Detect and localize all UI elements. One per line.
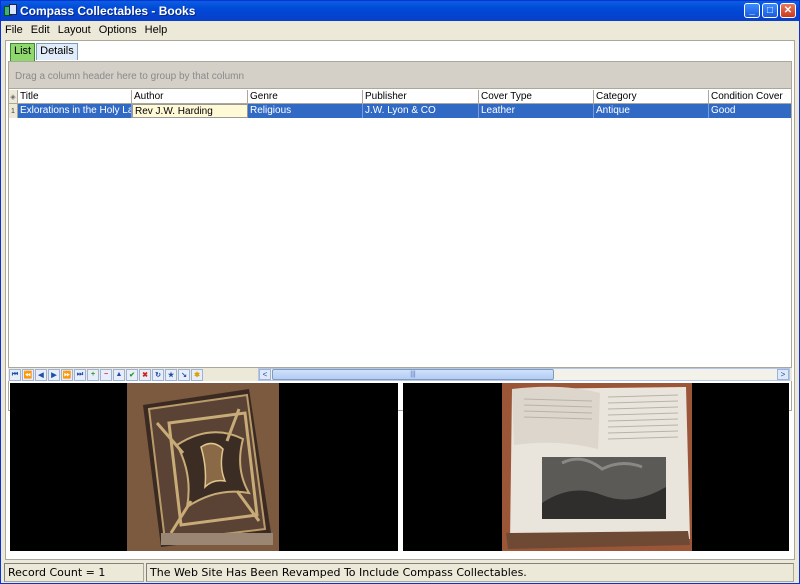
cell-condition-cover[interactable]: Good xyxy=(709,104,786,118)
prev-record-button[interactable]: ◀ xyxy=(35,368,47,381)
tab-list[interactable]: List xyxy=(10,43,36,61)
open-book-illustration xyxy=(502,383,692,551)
close-button[interactable]: ✕ xyxy=(780,3,796,18)
prev-page-button[interactable]: ⏪ xyxy=(22,368,34,381)
cell-title[interactable]: Exlorations in the Holy Land xyxy=(18,104,132,118)
tab-details[interactable]: Details xyxy=(36,43,78,60)
menu-file[interactable]: File xyxy=(1,24,27,36)
main-content: List Details Drag a column header here t… xyxy=(5,40,795,560)
delete-record-button[interactable]: − xyxy=(100,368,112,381)
edit-record-button[interactable]: ▲ xyxy=(113,368,125,381)
title-bar[interactable]: Compass Collectables - Books _ □ ✕ xyxy=(1,1,799,21)
table-row[interactable]: 1 Exlorations in the Holy Land Rev J.W. … xyxy=(9,104,791,118)
book-cover-photo xyxy=(127,383,279,551)
view-tabs: List Details xyxy=(10,43,79,61)
column-header-condition-cover[interactable]: Condition Cover xyxy=(709,90,786,104)
menu-layout[interactable]: Layout xyxy=(54,24,95,36)
front-cover-image-panel xyxy=(10,383,398,551)
cell-author[interactable]: Rev J.W. Harding xyxy=(132,104,248,118)
book-interior-photo xyxy=(502,383,692,551)
interior-page-image-panel xyxy=(403,383,789,551)
menu-options[interactable]: Options xyxy=(95,24,141,36)
cancel-edit-button[interactable]: ✖ xyxy=(139,368,151,381)
menu-help[interactable]: Help xyxy=(141,24,172,36)
horizontal-scrollbar[interactable]: < ||| > xyxy=(258,368,790,381)
post-edit-button[interactable]: ✔ xyxy=(126,368,138,381)
filter-button[interactable]: ✱ xyxy=(191,368,203,381)
first-page-button[interactable]: ⏮ xyxy=(9,368,21,381)
status-bar: Record Count = 1 The Web Site Has Been R… xyxy=(1,562,799,583)
closed-book-illustration xyxy=(127,383,279,551)
menu-bar: File Edit Layout Options Help xyxy=(1,21,799,39)
bookmark-button[interactable]: ★ xyxy=(165,368,177,381)
cell-cover-type[interactable]: Leather xyxy=(479,104,594,118)
refresh-button[interactable]: ↻ xyxy=(152,368,164,381)
column-header-publisher[interactable]: Publisher xyxy=(363,90,479,104)
window-title: Compass Collectables - Books xyxy=(20,4,196,18)
add-record-button[interactable]: + xyxy=(87,368,99,381)
grid-header: ◈ Title Author Genre Publisher Cover Typ… xyxy=(9,90,791,104)
scroll-thumb[interactable]: ||| xyxy=(272,369,554,380)
status-message: The Web Site Has Been Revamped To Includ… xyxy=(146,563,794,582)
column-header-title[interactable]: Title xyxy=(18,90,132,104)
goto-bookmark-button[interactable]: ↘ xyxy=(178,368,190,381)
header-indicator-icon[interactable]: ◈ xyxy=(9,90,18,103)
app-books-icon[interactable] xyxy=(4,4,18,18)
navigator-buttons: ⏮ ⏪ ◀ ▶ ⏩ ⏭ + − ▲ ✔ ✖ ↻ ★ ↘ ✱ xyxy=(8,368,203,381)
record-navigator: ⏮ ⏪ ◀ ▶ ⏩ ⏭ + − ▲ ✔ ✖ ↻ ★ ↘ ✱ < ||| > xyxy=(8,367,792,381)
cell-category[interactable]: Antique xyxy=(594,104,709,118)
last-page-button[interactable]: ⏭ xyxy=(74,368,86,381)
scroll-left-icon[interactable]: < xyxy=(259,369,271,380)
column-header-author[interactable]: Author xyxy=(132,90,248,104)
record-count-status: Record Count = 1 xyxy=(4,563,144,582)
scroll-right-icon[interactable]: > xyxy=(777,369,789,380)
maximize-button[interactable]: □ xyxy=(762,3,778,18)
group-by-panel[interactable]: Drag a column header here to group by th… xyxy=(9,62,791,89)
cell-publisher[interactable]: J.W. Lyon & CO xyxy=(363,104,479,118)
cell-genre[interactable]: Religious xyxy=(248,104,363,118)
minimize-button[interactable]: _ xyxy=(744,3,760,18)
column-header-cover-type[interactable]: Cover Type xyxy=(479,90,594,104)
column-header-category[interactable]: Category xyxy=(594,90,709,104)
column-header-genre[interactable]: Genre xyxy=(248,90,363,104)
next-record-button[interactable]: ▶ xyxy=(48,368,60,381)
row-indicator[interactable]: 1 xyxy=(9,104,18,118)
next-page-button[interactable]: ⏩ xyxy=(61,368,73,381)
app-window: Compass Collectables - Books _ □ ✕ File … xyxy=(0,0,800,584)
books-grid: Drag a column header here to group by th… xyxy=(8,61,792,411)
menu-edit[interactable]: Edit xyxy=(27,24,54,36)
